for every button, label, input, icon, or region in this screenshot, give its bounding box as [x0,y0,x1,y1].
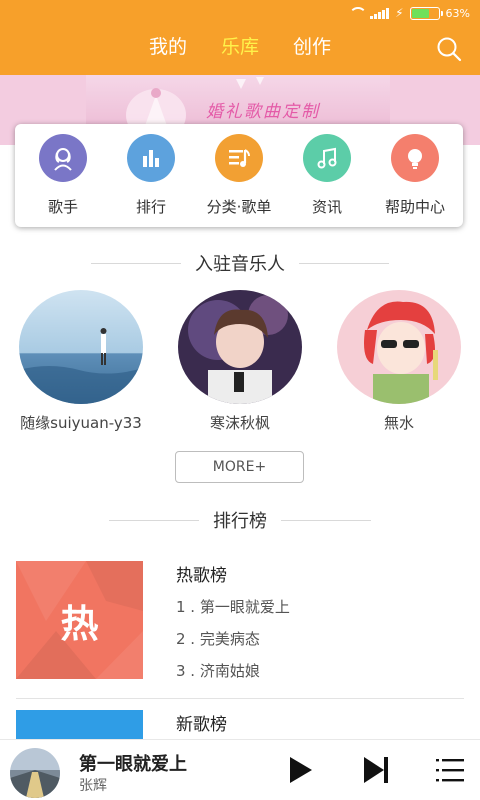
musician-name: 無水 [383,414,414,432]
now-playing-title: 第一眼就爱上 [79,754,187,775]
musician-item[interactable]: 無水 [332,290,466,433]
category-singer[interactable]: 歌手 [21,134,105,217]
playlist-queue-button[interactable] [434,754,466,786]
play-icon [290,757,312,783]
category-card: 歌手 排行 分类·歌单 资讯 帮助中心 [15,124,463,227]
banner-title: 婚礼歌曲定制 [206,102,320,122]
tab-mine[interactable]: 我的 [149,32,187,59]
chart-song: 2 . 完美病态 [176,630,260,648]
chart-song: 1 . 第一眼就爱上 [176,598,290,616]
battery-percentage: 63% [445,6,470,20]
wifi-icon [348,7,368,19]
category-help[interactable]: 帮助中心 [373,134,457,217]
chart-cover-label: 热 [60,601,99,646]
category-ranking[interactable]: 排行 [109,134,193,217]
battery-icon [409,6,443,20]
signal-icon [370,7,390,19]
musician-avatar [178,290,302,404]
category-label: 帮助中心 [384,198,445,216]
mini-player[interactable]: 第一眼就爱上 张辉 [0,739,480,800]
tab-create[interactable]: 创作 [293,32,331,59]
section-title: 入驻音乐人 [195,254,285,275]
help-bulb-icon [391,134,439,182]
musician-name: 随缘suiyuan-y33 [20,414,142,432]
divider-line [281,519,371,521]
chart-item-hot[interactable]: 热 热歌榜 1 . 第一眼就爱上 2 . 完美病态 3 . 济南姑娘 [16,561,464,681]
search-icon [437,37,462,62]
musician-avatar [337,290,461,404]
musicians-section-header: 入驻音乐人 [0,251,480,275]
now-playing-artist: 张辉 [79,778,107,794]
category-label: 排行 [135,198,166,216]
musician-item[interactable]: 随缘suiyuan-y33 [14,290,148,433]
chart-item-new[interactable]: 新歌榜 [16,710,464,740]
main-tabs: 我的 乐库 创作 [0,32,480,59]
category-label: 资讯 [311,198,342,216]
divider-line [109,519,199,521]
musician-item[interactable]: 寒沫秋枫 [173,290,307,433]
charts-section-header: 排行榜 [0,508,480,532]
chart-cover: 热 [16,561,143,679]
divider-line [16,698,464,699]
category-playlist[interactable]: 分类·歌单 [197,134,281,217]
musician-list: 随缘suiyuan-y33 寒沫秋枫 無水 [0,290,480,433]
category-label: 歌手 [47,198,78,216]
more-musicians-button[interactable]: MORE+ [175,451,304,483]
status-bar: ⚡ 63% [348,4,470,22]
music-note-icon [303,134,351,182]
search-button[interactable] [436,36,462,62]
section-title: 排行榜 [213,511,267,532]
divider-line [299,262,389,264]
skip-next-icon [364,757,388,783]
category-label: 分类·歌单 [206,198,272,216]
ranking-icon [127,134,175,182]
charging-icon: ⚡ [395,6,404,20]
playlist-icon [215,134,263,182]
chart-song: 3 . 济南姑娘 [176,662,260,680]
category-news[interactable]: 资讯 [285,134,369,217]
chart-title: 新歌榜 [176,715,227,735]
musician-name: 寒沫秋枫 [209,414,270,432]
menu-list-icon [436,759,464,782]
divider-line [91,262,181,264]
chart-song-list: 1 . 第一眼就爱上 2 . 完美病态 3 . 济南姑娘 [176,597,290,693]
musician-avatar [19,290,143,404]
album-art [10,748,60,798]
singer-icon [39,134,87,182]
chart-cover [16,710,143,740]
top-header: ⚡ 63% 我的 乐库 创作 [0,0,480,75]
chart-title: 热歌榜 [176,566,227,586]
tab-library[interactable]: 乐库 [221,32,259,59]
play-button[interactable] [284,754,316,786]
next-track-button[interactable] [360,754,392,786]
